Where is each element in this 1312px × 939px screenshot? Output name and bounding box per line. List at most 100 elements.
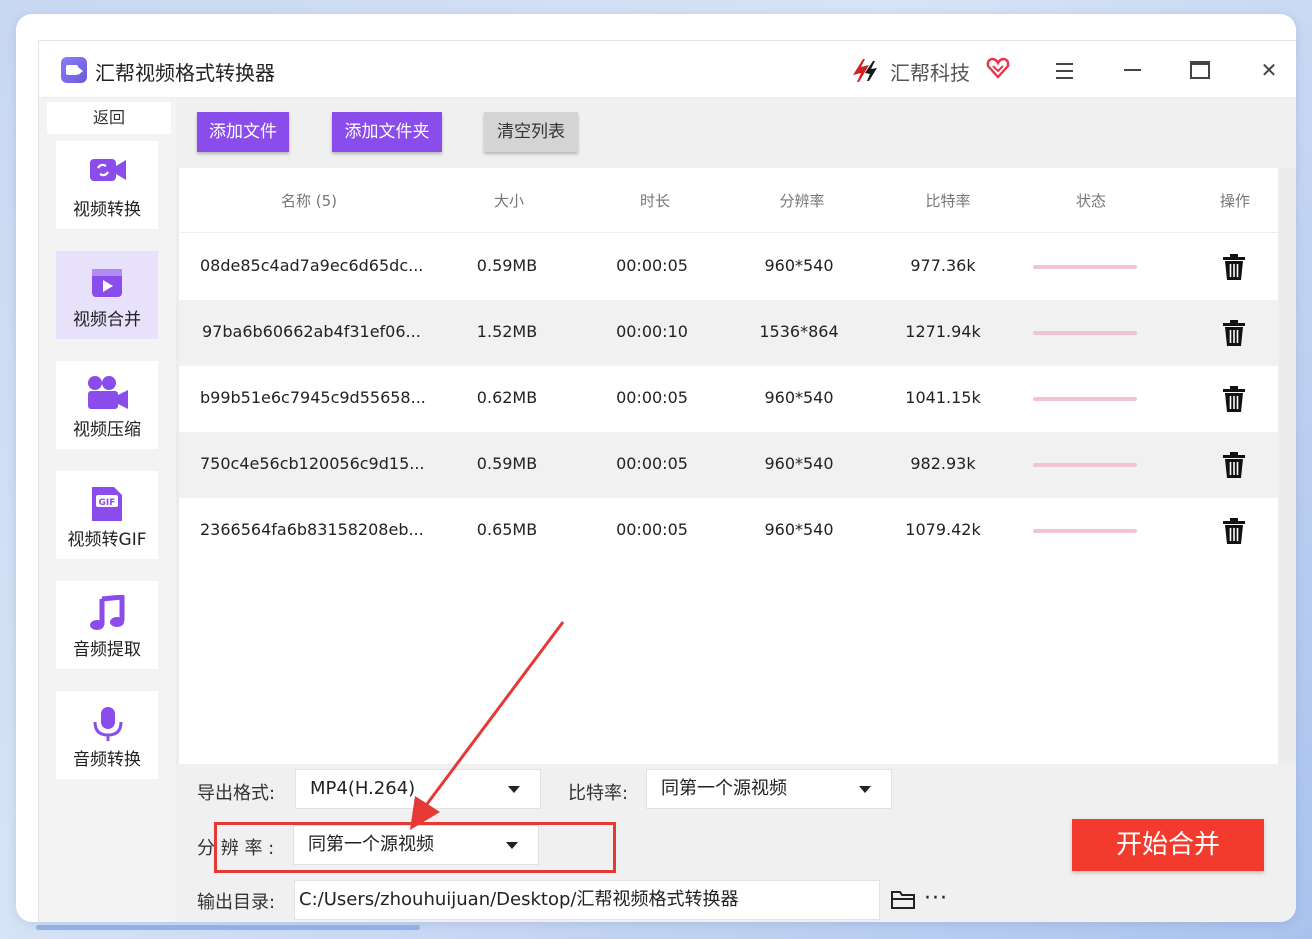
table-row[interactable]: 97ba6b60662ab4f31ef06... 1.52MB 00:00:10… <box>179 300 1278 366</box>
file-name: 08de85c4ad7a9ec6d65dc... <box>200 256 424 275</box>
maximize-icon[interactable] <box>1187 57 1213 83</box>
folder-icon[interactable] <box>890 888 916 910</box>
file-bitrate: 1271.94k <box>905 322 981 341</box>
back-button[interactable]: 返回 <box>47 102 171 134</box>
file-size: 1.52MB <box>476 322 538 341</box>
music-note-icon <box>90 595 125 630</box>
heart-icon[interactable] <box>985 55 1011 81</box>
brand-name: 汇帮科技 <box>890 61 970 85</box>
table-row[interactable]: b99b51e6c7945c9d55658... 0.62MB 00:00:05… <box>179 366 1278 432</box>
column-header-duration[interactable]: 时长 <box>625 190 685 211</box>
file-duration: 00:00:05 <box>616 454 688 473</box>
sidebar-item-video-compress[interactable]: 视频压缩 <box>56 361 158 449</box>
video-compress-icon <box>88 376 128 409</box>
more-icon[interactable]: ··· <box>924 886 948 911</box>
file-bitrate: 1079.42k <box>905 520 981 539</box>
chevron-down-icon <box>859 786 871 793</box>
status-progress-bar <box>1033 265 1137 269</box>
trash-icon[interactable] <box>1222 452 1246 478</box>
table-row[interactable]: 2366564fa6b83158208eb... 0.65MB 00:00:05… <box>179 498 1278 564</box>
file-resolution: 960*540 <box>764 388 834 407</box>
file-resolution: 960*540 <box>764 256 834 275</box>
microphone-icon <box>93 707 123 741</box>
file-table: 名称 (5) 大小 时长 分辨率 比特率 状态 操作 08de85c4ad7a9… <box>179 168 1278 764</box>
file-duration: 00:00:05 <box>616 388 688 407</box>
sidebar-item-label: 视频转换 <box>73 200 141 220</box>
column-header-name[interactable]: 名称 (5) <box>279 190 339 211</box>
file-name: 97ba6b60662ab4f31ef06... <box>202 322 421 341</box>
table-header: 名称 (5) 大小 时长 分辨率 比特率 状态 操作 <box>179 168 1278 233</box>
toolbar: 添加文件 添加文件夹 清空列表 <box>176 98 1296 168</box>
screenshot-card: 汇帮视频格式转换器 汇帮科技 ✕ 返回 视频转换 视频合并 视频压缩 GIF 视… <box>16 14 1296 922</box>
trash-icon[interactable] <box>1222 518 1246 544</box>
add-file-button[interactable]: 添加文件 <box>197 112 289 152</box>
file-duration: 00:00:05 <box>616 256 688 275</box>
app-logo-icon <box>61 57 87 83</box>
sidebar-item-label: 视频转GIF <box>67 530 147 550</box>
sidebar-item-video-gif[interactable]: GIF 视频转GIF <box>56 471 158 559</box>
sidebar-item-video-convert[interactable]: 视频转换 <box>56 141 158 229</box>
sidebar-item-audio-convert[interactable]: 音频转换 <box>56 691 158 779</box>
format-value: MP4(H.264) <box>310 778 416 799</box>
sidebar-item-label: 视频压缩 <box>73 420 141 440</box>
column-header-bitrate[interactable]: 比特率 <box>913 190 983 211</box>
status-progress-bar <box>1033 463 1137 467</box>
file-bitrate: 1041.15k <box>905 388 981 407</box>
trash-icon[interactable] <box>1222 254 1246 280</box>
file-bitrate: 982.93k <box>910 454 976 473</box>
file-resolution: 1536*864 <box>759 322 839 341</box>
brand-logo-icon <box>853 59 877 82</box>
status-progress-bar <box>1033 331 1137 335</box>
main-panel: 添加文件 添加文件夹 清空列表 名称 (5) 大小 时长 分辨率 比特率 状态 … <box>176 98 1296 922</box>
video-merge-icon <box>92 269 122 297</box>
column-header-resolution[interactable]: 分辨率 <box>767 190 837 211</box>
file-size: 0.65MB <box>476 520 538 539</box>
export-settings: 导出格式: MP4(H.264) 比特率: 同第一个源视频 分 辨 率 : 同第… <box>176 764 1296 922</box>
file-bitrate: 977.36k <box>910 256 976 275</box>
video-convert-icon <box>90 159 126 181</box>
trash-icon[interactable] <box>1222 386 1246 412</box>
file-resolution: 960*540 <box>764 520 834 539</box>
menu-icon[interactable] <box>1051 57 1077 83</box>
table-row[interactable]: 750c4e56cb120056c9d15... 0.59MB 00:00:05… <box>179 432 1278 498</box>
sidebar-item-label: 视频合并 <box>73 310 141 330</box>
output-path-input[interactable]: C:/Users/zhouhuijuan/Desktop/汇帮视频格式转换器 <box>294 880 880 920</box>
file-name: 750c4e56cb120056c9d15... <box>200 454 425 473</box>
status-progress-bar <box>1033 397 1137 401</box>
format-label: 导出格式: <box>197 783 276 804</box>
sidebar-item-video-merge[interactable]: 视频合并 <box>56 251 158 339</box>
start-merge-button[interactable]: 开始合并 <box>1072 819 1264 871</box>
horizontal-scrollbar[interactable] <box>36 925 420 930</box>
column-header-size[interactable]: 大小 <box>479 190 539 211</box>
clear-list-button[interactable]: 清空列表 <box>484 112 578 152</box>
file-size: 0.62MB <box>476 388 538 407</box>
file-duration: 00:00:10 <box>616 322 688 341</box>
file-size: 0.59MB <box>476 256 538 275</box>
sidebar-item-audio-extract[interactable]: 音频提取 <box>56 581 158 669</box>
sidebar: 返回 视频转换 视频合并 视频压缩 GIF 视频转GIF 音频提取 音频转换 <box>39 98 176 922</box>
format-select[interactable]: MP4(H.264) <box>295 769 541 809</box>
title-bar: 汇帮视频格式转换器 汇帮科技 ✕ <box>39 41 1296 98</box>
column-header-actions: 操作 <box>1219 192 1250 210</box>
table-row[interactable]: 08de85c4ad7a9ec6d65dc... 0.59MB 00:00:05… <box>179 234 1278 300</box>
file-resolution: 960*540 <box>764 454 834 473</box>
trash-icon[interactable] <box>1222 320 1246 346</box>
file-duration: 00:00:05 <box>616 520 688 539</box>
file-size: 0.59MB <box>476 454 538 473</box>
bitrate-label: 比特率: <box>568 783 629 804</box>
svg-text:GIF: GIF <box>99 498 116 508</box>
file-name: 2366564fa6b83158208eb... <box>200 520 424 539</box>
highlight-box <box>214 822 616 873</box>
sidebar-item-label: 音频提取 <box>73 640 141 660</box>
app-window: 汇帮视频格式转换器 汇帮科技 ✕ 返回 视频转换 视频合并 视频压缩 GIF 视… <box>38 40 1296 922</box>
minimize-icon[interactable] <box>1119 57 1145 83</box>
bitrate-value: 同第一个源视频 <box>661 778 787 799</box>
close-icon[interactable]: ✕ <box>1256 57 1282 83</box>
status-progress-bar <box>1033 529 1137 533</box>
file-name: b99b51e6c7945c9d55658... <box>200 388 426 407</box>
add-folder-button[interactable]: 添加文件夹 <box>332 112 442 152</box>
chevron-down-icon <box>508 786 520 793</box>
output-label: 输出目录: <box>197 892 276 913</box>
gif-icon: GIF <box>92 487 122 521</box>
bitrate-select[interactable]: 同第一个源视频 <box>646 769 892 809</box>
